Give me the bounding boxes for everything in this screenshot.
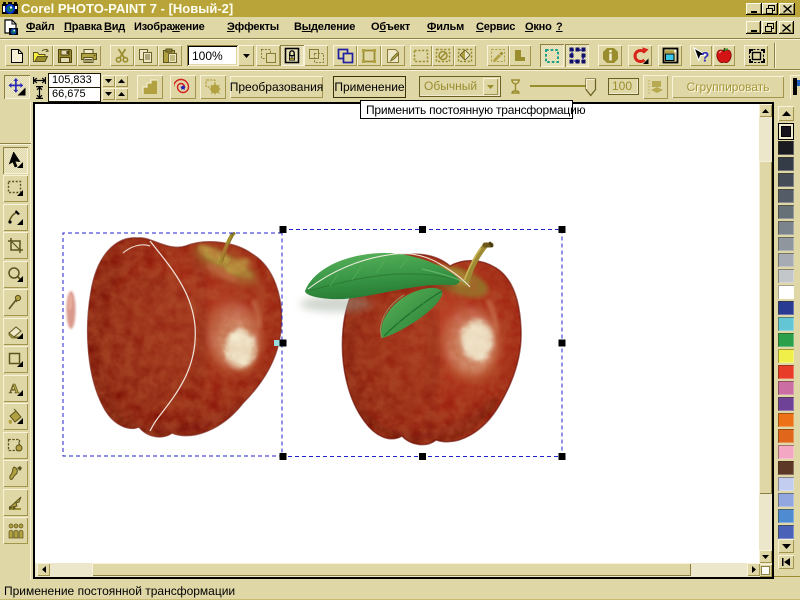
svg-text:?: ?	[701, 49, 709, 64]
